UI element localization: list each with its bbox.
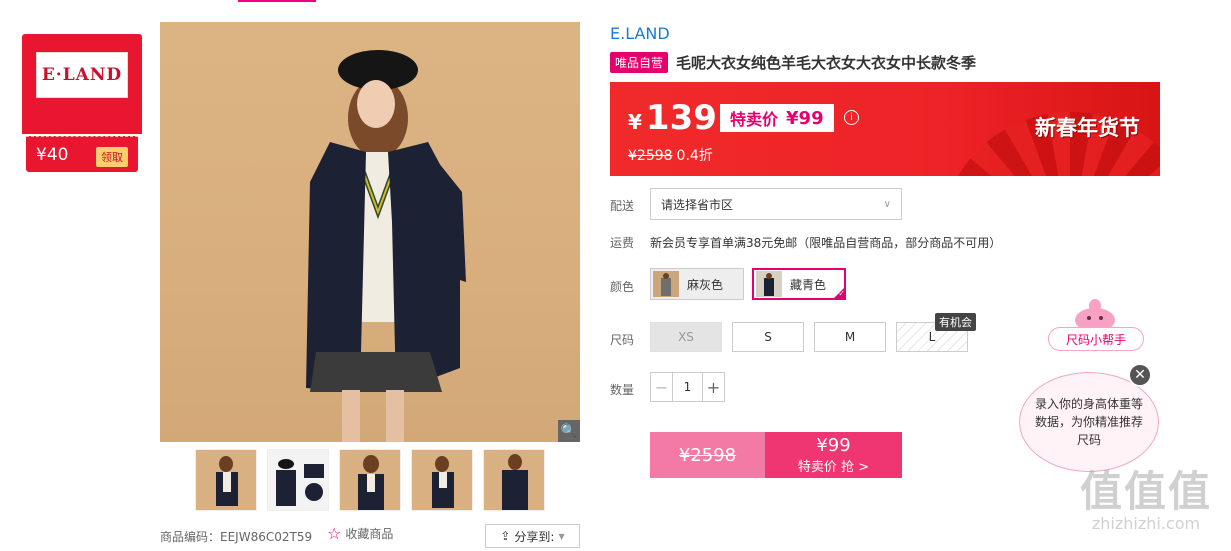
special-price-tag: 特卖价 ¥99 — [720, 104, 834, 132]
quantity-label: 数量 — [610, 383, 635, 397]
share-icon: ⇪ — [500, 529, 511, 543]
chance-tag: 有机会 — [935, 313, 976, 331]
model-illustration — [306, 50, 466, 442]
self-operated-tag: 唯品自营 — [610, 52, 669, 73]
size-option-m[interactable]: M — [814, 322, 886, 352]
quantity-stepper[interactable]: − 1 + — [650, 372, 725, 402]
share-label: 分享到: — [514, 529, 555, 544]
buy-price: ¥99 — [816, 434, 851, 456]
brand-coupon-badge[interactable]: E·LAND ¥40 领取 — [22, 34, 142, 172]
color-option-label: 麻灰色 — [687, 277, 724, 292]
buy-action-label: 特卖价 抢 > — [797, 459, 870, 475]
star-icon: ☆ — [327, 524, 342, 543]
close-icon[interactable]: ✕ — [1128, 363, 1152, 387]
price-banner: ¥ 139 特卖价 ¥99 i ¥2598 0.4折 新春年货节 — [610, 82, 1160, 176]
brand-name-link[interactable]: E.LAND — [610, 24, 670, 43]
favorite-label: 收藏商品 — [345, 527, 394, 541]
thumbnail-4[interactable] — [411, 449, 473, 511]
thumbnail-5[interactable] — [483, 449, 545, 511]
region-placeholder: 请选择省市区 — [661, 197, 734, 212]
buy-now-button[interactable]: ¥99 特卖价 抢 > — [765, 432, 902, 478]
chevron-down-icon: ∨ — [883, 198, 891, 210]
thumbnail-strip — [195, 449, 545, 511]
main-product-image[interactable]: 🔍 — [160, 22, 580, 442]
share-button[interactable]: ⇪ 分享到: ▼ — [485, 524, 580, 548]
product-title: 毛呢大衣女纯色羊毛大衣女大衣女中长款冬季 — [676, 54, 977, 72]
buy-button-group[interactable]: ¥2598 ¥99 特卖价 抢 > — [650, 432, 902, 478]
product-code: 商品编码：EEJW86C02T59 — [160, 530, 313, 544]
chevron-down-icon: ▼ — [558, 531, 565, 541]
buy-original-price: ¥2598 — [650, 432, 765, 478]
delivery-label: 配送 — [610, 199, 635, 213]
color-option-label: 藏青色 — [790, 277, 827, 292]
festival-title: 新春年货节 — [1035, 116, 1140, 140]
color-option-grey[interactable]: 麻灰色 — [650, 268, 744, 300]
claim-coupon-button[interactable]: 领取 — [96, 147, 128, 167]
size-label: 尺码 — [610, 333, 635, 347]
original-price-line: ¥2598 0.4折 — [628, 148, 713, 164]
color-label: 颜色 — [610, 280, 635, 294]
thumbnail-1[interactable] — [195, 449, 257, 511]
color-swatch-grey — [653, 271, 679, 297]
shipping-label: 运费 — [610, 236, 635, 250]
info-icon[interactable]: i — [844, 110, 859, 125]
size-option-xs[interactable]: XS — [650, 322, 722, 352]
region-select[interactable]: 请选择省市区 ∨ — [650, 188, 902, 220]
color-option-navy[interactable]: 藏青色 ✓ — [752, 268, 846, 300]
size-helper-button[interactable]: 尺码小帮手 — [1048, 327, 1144, 351]
thumbnail-2[interactable] — [267, 449, 329, 511]
quantity-value[interactable]: 1 — [673, 373, 702, 401]
watermark: 值值值 zhizhizhi.com — [1080, 467, 1213, 534]
top-nav-accent — [238, 0, 316, 2]
minus-icon[interactable]: − — [651, 373, 673, 401]
color-swatch-navy — [756, 271, 782, 297]
thumbnail-3[interactable] — [339, 449, 401, 511]
favorite-button[interactable]: ☆ 收藏商品 — [327, 524, 393, 543]
zoom-icon[interactable]: 🔍 — [558, 420, 580, 442]
current-price: ¥ 139 — [628, 98, 717, 138]
coupon-strip[interactable]: ¥40 领取 — [26, 136, 138, 172]
size-option-s[interactable]: S — [732, 322, 804, 352]
selected-check-icon: ✓ — [832, 286, 846, 300]
plus-icon[interactable]: + — [702, 373, 724, 401]
size-helper-bubble[interactable]: 录入你的身高体重等数据，为你精准推荐尺码 — [1019, 372, 1159, 472]
brand-logo[interactable]: E·LAND — [36, 52, 128, 98]
coupon-value: ¥40 — [36, 145, 69, 165]
shipping-info: 新会员专享首单满38元免邮（限唯品自营商品，部分商品不可用） — [650, 236, 1002, 250]
